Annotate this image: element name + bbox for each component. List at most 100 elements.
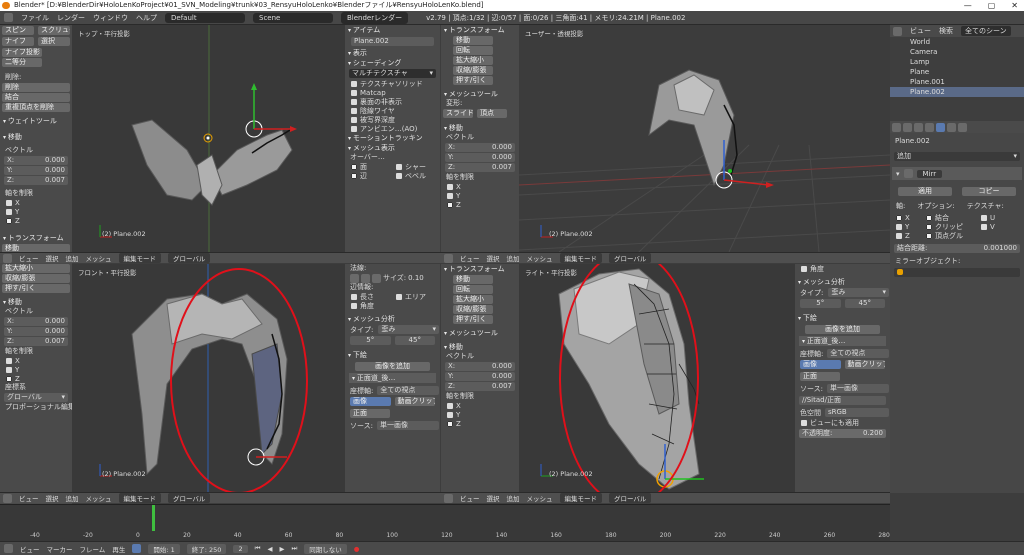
outliner-scene-filter[interactable]: 全てのシーン <box>961 26 1011 36</box>
rotate-button[interactable]: 回転 <box>453 46 493 55</box>
source-selector-br[interactable]: 単一画像 <box>827 384 889 393</box>
play-reverse-icon[interactable]: ◀ <box>267 545 272 553</box>
vertex-normal-icon[interactable] <box>350 273 359 283</box>
axis-y-checkbox-top-right[interactable]: Y <box>441 191 519 200</box>
outliner-row-plane-001[interactable]: Plane.001 <box>890 77 1024 87</box>
vector-x-field-br[interactable]: X: 0.000 <box>445 362 515 371</box>
menu-window[interactable]: ウィンドウ <box>93 13 128 23</box>
scale-button-lower[interactable]: 拡大縮小 <box>2 264 70 273</box>
push-pull-button[interactable]: 押す/引く <box>453 76 493 85</box>
play-icon[interactable]: ▶ <box>279 545 284 553</box>
spin-button[interactable]: スピン <box>2 26 34 35</box>
scene-tab-icon[interactable] <box>903 123 912 132</box>
movie-clip-button-br[interactable]: 動画クリップ <box>844 360 885 369</box>
display-header[interactable]: 表示 <box>345 48 440 58</box>
orientation-global-selector[interactable]: グローバル <box>609 253 652 263</box>
modifier-name-field[interactable]: Mirr <box>916 169 943 178</box>
axis-z-checkbox-top-right[interactable]: Z <box>441 200 519 209</box>
mesh-menu[interactable]: メッシュ <box>86 253 112 263</box>
editor-type-icon[interactable] <box>444 253 453 263</box>
modifier-tab-icon[interactable] <box>936 123 945 132</box>
select-menu[interactable]: 選択 <box>487 493 500 503</box>
overlay-face-checkbox[interactable]: 面 <box>345 162 390 171</box>
apply-button[interactable]: 適用 <box>898 187 952 196</box>
move-header[interactable]: 移動 <box>0 132 72 142</box>
axis-z-checkbox[interactable]: Z <box>0 216 72 225</box>
slide-button[interactable]: スライド <box>443 109 473 118</box>
scale-button-br[interactable]: 拡大縮小 <box>453 295 493 304</box>
viewport-right[interactable]: ライト・平行投影 (2) Plane.002 <box>519 264 795 492</box>
vector-x-field[interactable]: X: 0.000 <box>4 156 68 165</box>
viewport-front[interactable]: フロント・平行投影 (2) Plane.002 <box>72 264 345 492</box>
world-tab-icon[interactable] <box>914 123 923 132</box>
background-images-header[interactable]: 下絵 <box>345 350 440 360</box>
item-header[interactable]: アイテム <box>345 25 440 35</box>
orientation-global-selector[interactable]: グローバル <box>609 493 652 503</box>
object-tab-icon[interactable] <box>925 123 934 132</box>
move-header-br[interactable]: 移動 <box>441 342 519 352</box>
mesh-analysis-header[interactable]: メッシュ分析 <box>345 314 440 324</box>
knife-button[interactable]: ナイフ <box>2 37 34 46</box>
editor-type-icon[interactable] <box>4 544 13 553</box>
mesh-analysis-header-br[interactable]: メッシュ分析 <box>795 277 890 287</box>
preview-range-icon[interactable] <box>132 544 142 553</box>
add-modifier-button[interactable]: 追加 ▾ <box>894 152 1020 161</box>
background-images-header-br[interactable]: 下絵 <box>795 313 890 323</box>
angle-checkbox-br[interactable]: 角度 <box>795 264 890 273</box>
editor-type-icon[interactable] <box>3 253 12 263</box>
select-menu[interactable]: 選択 <box>46 253 59 263</box>
outliner-row-camera[interactable]: Camera <box>890 47 1024 57</box>
axis-selector-br[interactable]: 全ての視点 <box>827 349 889 358</box>
orientation-global-selector[interactable]: グローバル <box>168 253 211 263</box>
outliner-row-lamp[interactable]: Lamp <box>890 57 1024 67</box>
range-min-field[interactable]: 5° <box>350 336 391 345</box>
bg-image-entry-br[interactable]: 正面道_後… <box>799 336 886 346</box>
vertex-button[interactable]: 頂点 <box>477 109 507 118</box>
image-file-field[interactable]: //Sitad/正面 <box>799 396 886 405</box>
axis-y-checkbox-br[interactable]: Y <box>441 410 519 419</box>
vector-y-field-top-right[interactable]: Y: 0.000 <box>445 153 515 162</box>
image-source-button[interactable]: 画像 <box>350 397 391 406</box>
view-as-render-checkbox[interactable]: ビューにも適用 <box>795 418 890 427</box>
render-engine-selector[interactable]: Blenderレンダー <box>341 11 409 24</box>
shading-mode-selector[interactable]: マルチテクスチャ ▾ <box>349 69 436 78</box>
select-button[interactable]: 選択 <box>38 37 70 46</box>
vector-y-field[interactable]: Y: 0.000 <box>4 166 68 175</box>
vector-y-field-lower[interactable]: Y: 0.000 <box>4 327 68 336</box>
select-menu[interactable]: 選択 <box>46 493 59 503</box>
mode-selector[interactable]: 編集モード <box>559 253 602 263</box>
vector-x-field-top-right[interactable]: X: 0.000 <box>445 143 515 152</box>
data-tab-icon[interactable] <box>947 123 956 132</box>
remove-doubles-button[interactable]: 重複頂点を削除 <box>2 103 70 112</box>
move-header-top-right[interactable]: 移動 <box>441 123 519 133</box>
editor-type-icon[interactable] <box>444 493 453 503</box>
axis-x-checkbox-top-right[interactable]: X <box>441 182 519 191</box>
select-menu[interactable]: 選択 <box>487 253 500 263</box>
outliner-row-plane[interactable]: Plane <box>890 67 1024 77</box>
axis-selector[interactable]: 全ての視点 <box>377 386 439 395</box>
push-pull-button-br[interactable]: 押す/引く <box>453 315 493 324</box>
timeline-playback-menu[interactable]: 再生 <box>112 544 125 554</box>
transform-header-lower[interactable]: トランスフォーム <box>0 233 72 243</box>
bg-image-entry[interactable]: 正面道_後… <box>349 373 436 383</box>
timeline-frame-menu[interactable]: フレーム <box>80 544 106 554</box>
render-tab-icon[interactable] <box>892 123 901 132</box>
end-frame-field[interactable]: 終了: 250 <box>186 543 227 554</box>
layout-selector[interactable]: Default <box>165 12 245 23</box>
outliner-row-world[interactable]: World <box>890 37 1024 47</box>
view-menu[interactable]: ビュー <box>19 493 39 503</box>
front-image-button[interactable]: 正面 <box>350 409 390 418</box>
split-normal-icon[interactable] <box>361 273 370 283</box>
current-frame-marker[interactable] <box>152 505 155 531</box>
knife-project-button[interactable]: ナイフ投影 <box>2 48 42 57</box>
image-source-button-br[interactable]: 画像 <box>800 360 841 369</box>
face-normal-icon[interactable] <box>372 273 381 283</box>
add-menu[interactable]: 追加 <box>507 253 520 263</box>
add-menu[interactable]: 追加 <box>66 253 79 263</box>
overlay-edge-checkbox[interactable]: 辺 <box>345 171 390 180</box>
angle-checkbox[interactable]: 角度 <box>345 301 440 310</box>
push-pull-button-lower[interactable]: 押す/引く <box>2 284 70 293</box>
axis-y-checkbox[interactable]: Y <box>0 207 72 216</box>
mode-selector[interactable]: 編集モード <box>559 493 602 503</box>
view-menu[interactable]: ビュー <box>460 493 480 503</box>
